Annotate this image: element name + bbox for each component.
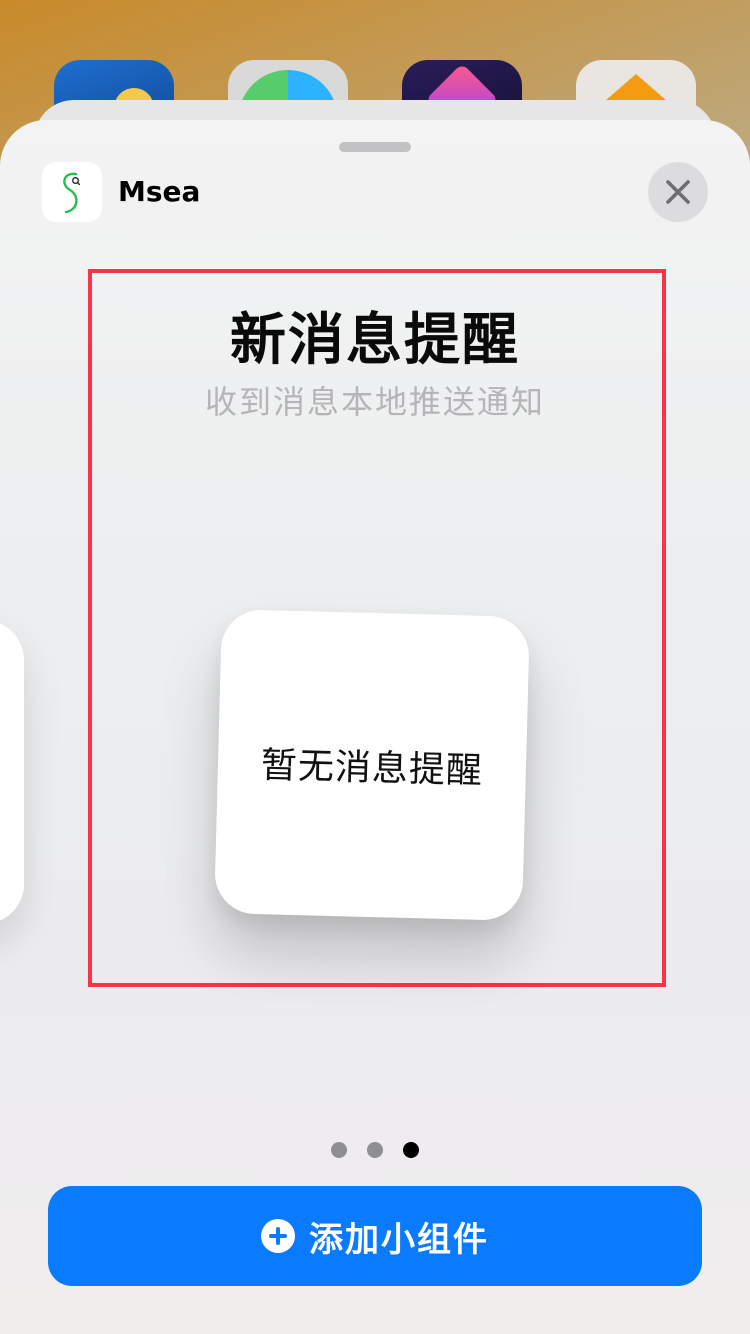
previous-widget-card[interactable]: [0, 620, 24, 924]
close-button[interactable]: [648, 162, 708, 222]
widget-title: 新消息提醒: [230, 308, 520, 373]
page-dot-active[interactable]: [403, 1142, 419, 1158]
add-widget-button[interactable]: 添加小组件: [48, 1186, 702, 1286]
page-indicator[interactable]: [0, 1142, 750, 1158]
widget-subtitle: 收到消息本地推送通知: [204, 383, 545, 421]
add-widget-label: 添加小组件: [309, 1219, 489, 1260]
page-dot[interactable]: [331, 1142, 347, 1158]
msea-logo-icon: [42, 162, 102, 222]
plus-circle-icon: [261, 1219, 295, 1253]
widget-preview-card[interactable]: 暂无消息提醒: [214, 609, 530, 921]
widget-gallery-sheet: Msea 新消息提醒 收到消息本地推送通知 暂无消息提醒 添加小组件: [0, 120, 750, 1334]
page-dot[interactable]: [367, 1142, 383, 1158]
app-name: Msea: [118, 175, 201, 208]
sheet-grabber[interactable]: [339, 142, 411, 152]
widget-empty-text: 暂无消息提醒: [260, 745, 484, 792]
close-icon: [666, 180, 690, 204]
